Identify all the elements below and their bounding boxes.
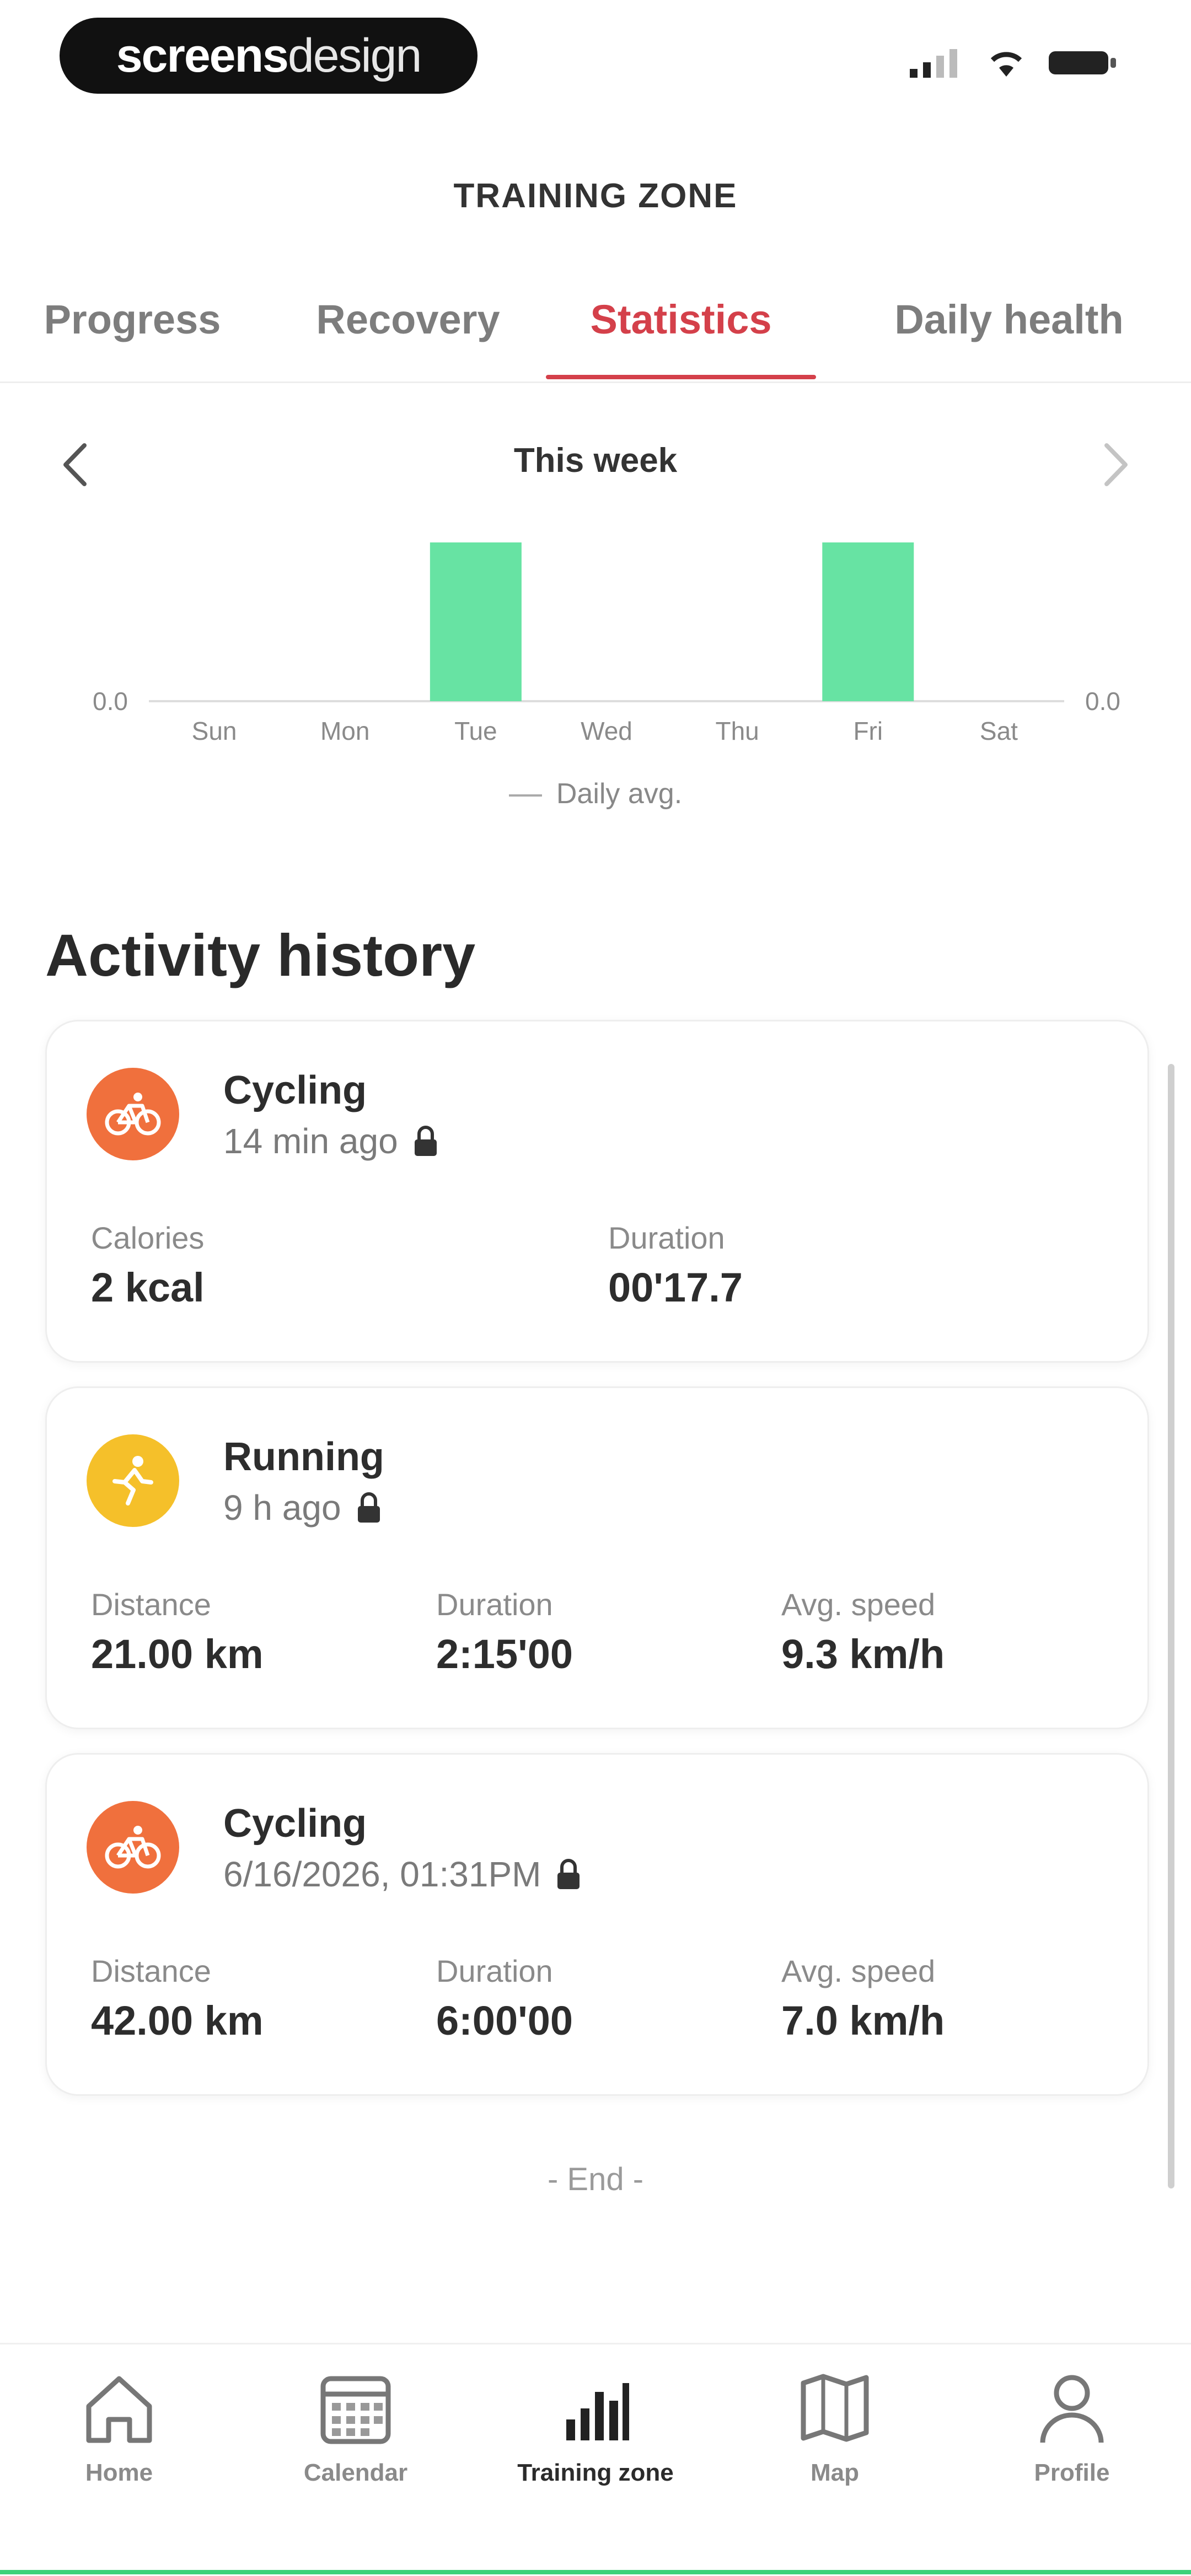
running-icon	[87, 1434, 179, 1527]
week-label: This week	[513, 442, 678, 480]
stat-label: Calories	[91, 1220, 205, 1255]
bike-icon	[87, 1068, 179, 1160]
tab-progress[interactable]: Progress	[22, 287, 243, 353]
y-axis-tick-left: 0.0	[93, 687, 128, 716]
stat-value: 2 kcal	[91, 1265, 205, 1310]
activity-time-text: 14 min ago	[223, 1121, 398, 1161]
legend-dash-icon	[508, 794, 542, 797]
activity-card[interactable]: Running 9 h ago Distance 21.00 km Durati…	[45, 1386, 1149, 1729]
activity-time-text: 9 h ago	[223, 1488, 341, 1528]
legend-label: Daily avg.	[556, 778, 683, 810]
stat-value: 21.00 km	[91, 1631, 264, 1677]
stat-label: Avg. speed	[781, 1954, 936, 1988]
divider	[0, 381, 1191, 383]
activity-type: Cycling	[223, 1801, 367, 1846]
map-icon	[801, 2374, 869, 2442]
screen-edge-bar	[0, 2570, 1191, 2574]
y-axis-tick-right: 0.0	[1085, 687, 1120, 716]
lock-icon	[414, 1126, 437, 1156]
lock-icon	[357, 1492, 380, 1523]
status-bar: screens design	[0, 0, 1191, 116]
nav-label: Profile	[1034, 2459, 1110, 2486]
active-tab-indicator	[546, 375, 816, 379]
x-axis-tick-tue: Tue	[454, 717, 497, 745]
brand-bold-text: screens	[116, 29, 289, 82]
stat-value: 42.00 km	[91, 1998, 264, 2043]
bike-icon	[87, 1801, 179, 1894]
list-end-marker: - End -	[547, 2161, 644, 2197]
stat-value: 7.0 km/h	[781, 1998, 945, 2043]
nav-label: Home	[85, 2459, 153, 2486]
nav-label: Training zone	[517, 2459, 674, 2486]
nav-profile[interactable]: Profile	[989, 2367, 1155, 2487]
scrollbar[interactable]	[1168, 1064, 1174, 2188]
status-icons	[910, 47, 1119, 78]
activity-time-text: 6/16/2026, 01:31PM	[223, 1854, 541, 1894]
nav-label: Calendar	[303, 2459, 408, 2486]
nav-home[interactable]: Home	[36, 2367, 202, 2487]
x-axis-tick-wed: Wed	[581, 717, 632, 745]
tab-daily-health[interactable]: Daily health	[849, 287, 1169, 353]
stat-label: Distance	[91, 1587, 211, 1622]
stat-label: Duration	[436, 1587, 553, 1622]
profile-icon	[1040, 2375, 1104, 2443]
activity-type: Cycling	[223, 1068, 367, 1112]
lock-icon	[557, 1859, 580, 1889]
brand-logo: screens design	[60, 18, 478, 94]
stat-label: Duration	[436, 1954, 553, 1988]
stat-label: Duration	[608, 1220, 725, 1255]
nav-training-zone[interactable]: Training zone	[513, 2367, 678, 2487]
calendar-icon	[320, 2376, 391, 2444]
chevron-right-icon[interactable]	[1089, 440, 1139, 490]
weekly-bar-chart: 0.0 0.0 Sun Mon Tue Wed Thu Fri Sat	[93, 542, 1120, 745]
signal-icon	[910, 49, 957, 78]
page-title: TRAINING ZONE	[453, 177, 738, 215]
week-navigator: This week	[0, 430, 1191, 496]
section-title: Activity history	[45, 922, 476, 988]
stat-value: 00'17.7	[608, 1265, 743, 1310]
activity-time: 9 h ago	[223, 1487, 382, 1528]
stat-value: 6:00'00	[436, 1998, 573, 2043]
brand-light-text: design	[287, 29, 422, 82]
tab-statistics[interactable]: Statistics	[551, 287, 811, 353]
activity-card[interactable]: Cycling 6/16/2026, 01:31PM Distance 42.0…	[45, 1753, 1149, 2096]
nav-label: Map	[811, 2459, 859, 2486]
bar-tue[interactable]	[430, 542, 522, 701]
x-axis-tick-fri: Fri	[853, 717, 883, 745]
tab-bar: Progress Recovery Statistics Daily healt…	[0, 287, 1191, 386]
activity-time: 6/16/2026, 01:31PM	[223, 1854, 582, 1895]
stat-value: 2:15'00	[436, 1631, 573, 1677]
nav-calendar[interactable]: Calendar	[273, 2367, 438, 2487]
chart-legend: Daily avg.	[0, 777, 1191, 810]
bar-fri[interactable]	[822, 542, 914, 701]
activity-time: 14 min ago	[223, 1121, 439, 1161]
activity-type: Running	[223, 1435, 384, 1479]
battery-icon	[1049, 51, 1116, 74]
nav-map[interactable]: Map	[752, 2367, 918, 2487]
stat-value: 9.3 km/h	[781, 1631, 945, 1677]
x-axis-tick-sat: Sat	[980, 717, 1018, 745]
home-icon	[86, 2376, 152, 2443]
x-axis-tick-sun: Sun	[192, 717, 237, 745]
wifi-icon	[990, 52, 1022, 77]
activity-card[interactable]: Cycling 14 min ago Calories 2 kcal Durat…	[45, 1020, 1149, 1363]
bottom-nav: Home Calendar Training zone Map Profile	[0, 2343, 1191, 2576]
stat-label: Avg. speed	[781, 1587, 936, 1622]
stat-label: Distance	[91, 1954, 211, 1988]
tab-recovery[interactable]: Recovery	[298, 287, 518, 353]
x-axis-tick-mon: Mon	[320, 717, 369, 745]
bar-chart-icon	[566, 2383, 629, 2440]
x-axis-tick-thu: Thu	[716, 717, 759, 745]
